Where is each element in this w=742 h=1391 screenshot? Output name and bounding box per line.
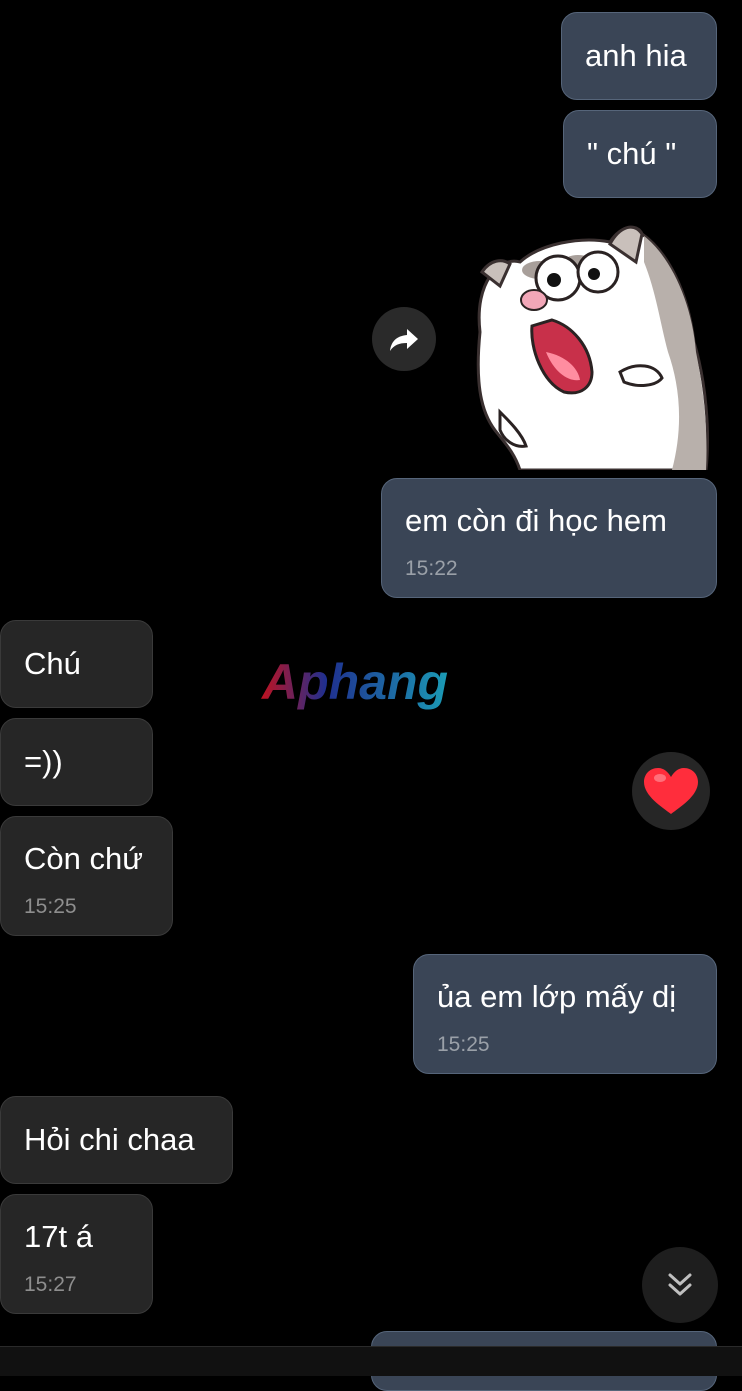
composer-bar — [0, 1346, 742, 1376]
reaction-heart[interactable] — [632, 752, 710, 830]
message-text: Chú — [24, 646, 81, 681]
message-timestamp: 15:25 — [437, 1033, 490, 1056]
chevron-double-down-icon — [668, 1273, 692, 1296]
message-timestamp: 15:27 — [24, 1273, 77, 1296]
message-bubble-sent[interactable]: ủa em lớp mấy dị 15:25 — [413, 954, 717, 1074]
scroll-to-bottom-button[interactable] — [642, 1247, 718, 1323]
message-bubble-received[interactable]: Hỏi chi chaa — [0, 1096, 233, 1184]
message-bubble-received[interactable]: Chú — [0, 620, 153, 708]
svg-text:Aphang: Aphang — [260, 655, 448, 710]
cat-sticker-image — [476, 225, 709, 472]
message-text: em còn đi học hem — [405, 503, 667, 538]
message-text: ủa em lớp mấy dị — [437, 979, 677, 1014]
message-bubble-received[interactable]: Còn chứ 15:25 — [0, 816, 173, 936]
message-text: anh hia — [585, 38, 687, 73]
cat-sticker[interactable] — [460, 222, 716, 472]
message-bubble-received[interactable]: 17t á 15:27 — [0, 1194, 153, 1314]
message-text: Hỏi chi chaa — [24, 1122, 195, 1157]
forward-button[interactable] — [372, 307, 436, 371]
share-forward-icon — [390, 329, 418, 351]
message-timestamp: 15:25 — [24, 895, 77, 918]
message-bubble-received[interactable]: =)) — [0, 718, 153, 806]
watermark-logo: Aphang — [258, 654, 486, 719]
message-bubble-sent[interactable]: em còn đi học hem 15:22 — [381, 478, 717, 598]
message-timestamp: 15:22 — [405, 557, 458, 580]
message-bubble-sent[interactable]: " chú " — [563, 110, 717, 198]
message-text: Còn chứ — [24, 841, 143, 876]
message-text: 17t á — [24, 1219, 93, 1254]
heart-emoji — [644, 768, 698, 814]
message-bubble-sent[interactable]: anh hia — [561, 12, 717, 100]
message-text: " chú " — [587, 136, 677, 171]
message-text: =)) — [24, 744, 63, 779]
